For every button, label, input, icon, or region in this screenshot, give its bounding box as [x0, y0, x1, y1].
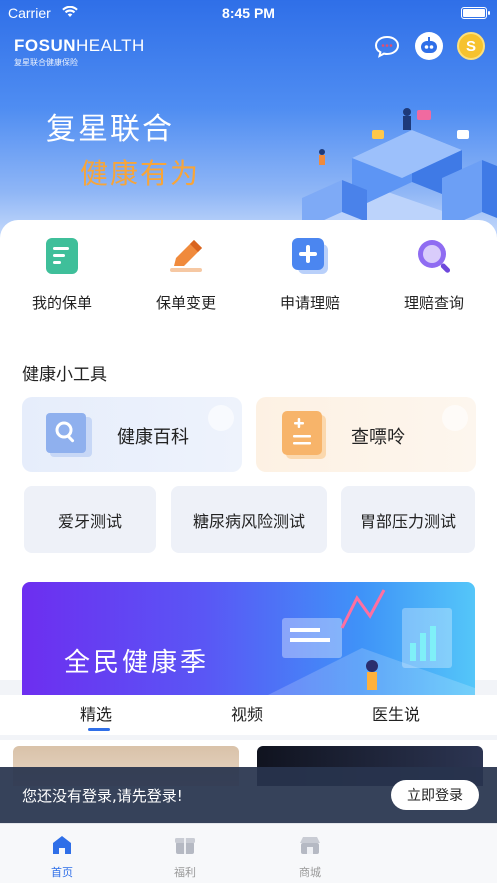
home-icon [53, 836, 71, 854]
quick-action-my-policy[interactable]: 我的保单 [0, 236, 124, 326]
tab-featured[interactable]: 精选 [80, 701, 112, 725]
banner-title: 全民健康季 [64, 648, 210, 678]
isometric-city-illustration [282, 108, 497, 240]
tool-stomach-stress-test[interactable]: 胃部压力测试 [341, 486, 475, 553]
quick-action-policy-change[interactable]: 保单变更 [124, 236, 248, 326]
bottom-nav: 首页 福利 商城 [0, 823, 497, 883]
status-time: 8:45 PM [222, 5, 275, 21]
hero-slogan-line1: 复星联合 [46, 112, 174, 147]
nav-label: 首页 [51, 866, 73, 879]
magnifier-icon [414, 236, 454, 276]
status-bar: Carrier 8:45 PM [0, 4, 497, 24]
login-now-button[interactable]: 立即登录 [391, 780, 479, 810]
quick-action-label: 保单变更 [155, 294, 216, 312]
tool-label: 健康百科 [117, 427, 189, 448]
tools-section-title: 健康小工具 [22, 365, 107, 385]
hero-slogan-line2: 健康有为 [80, 157, 201, 190]
tool-diabetes-risk-test[interactable]: 糖尿病风险测试 [171, 486, 327, 553]
tool-teeth-test[interactable]: 爱牙测试 [24, 486, 156, 553]
nav-item-shop[interactable]: 商城 [280, 830, 340, 880]
quick-action-label: 申请理赔 [279, 294, 340, 312]
hero-banner: Carrier 8:45 PM FOSUNHEALTH 复星联合健康保险 S 复… [0, 0, 497, 240]
gift-box-icon [175, 838, 195, 854]
tool-label: 查嘌呤 [351, 427, 405, 448]
nav-item-benefits[interactable]: 福利 [155, 830, 215, 880]
logo-light: HEALTH [76, 36, 145, 55]
logo-bold: FOSUN [14, 36, 76, 55]
quick-actions: 我的保单 保单变更 申请理赔 理赔查询 [0, 236, 497, 326]
shop-icon [300, 837, 320, 854]
quick-action-claim-query[interactable]: 理赔查询 [372, 236, 496, 326]
quick-action-apply-claim[interactable]: 申请理赔 [248, 236, 372, 326]
coin-icon[interactable]: S [457, 32, 485, 60]
quick-action-label: 我的保单 [31, 294, 92, 312]
battery-icon [461, 7, 490, 19]
nav-label: 商城 [299, 866, 321, 879]
chat-bubble-icon[interactable] [373, 32, 401, 60]
login-prompt-message: 您还没有登录,请先登录! [22, 787, 183, 805]
robot-service-icon[interactable] [415, 32, 443, 60]
fosun-health-logo: FOSUNHEALTH 复星联合健康保险 [14, 36, 145, 68]
login-prompt-bar: 您还没有登录,请先登录! 立即登录 [0, 767, 497, 823]
tab-video[interactable]: 视频 [231, 701, 263, 725]
data-illustration [262, 589, 475, 700]
decor-circle [208, 405, 234, 431]
logo-subtitle: 复星联合健康保险 [14, 58, 78, 67]
policy-doc-icon [42, 236, 82, 276]
plus-square-icon [290, 236, 330, 276]
decor-circle [442, 405, 468, 431]
encyclopedia-book-icon [46, 413, 92, 457]
calculator-icon [282, 411, 326, 459]
header-actions: S [373, 32, 485, 60]
tool-health-encyclopedia[interactable]: 健康百科 [22, 397, 242, 472]
quick-action-label: 理赔查询 [403, 294, 464, 312]
promo-banner[interactable]: 全民健康季 [22, 582, 475, 700]
active-tab-indicator [88, 728, 110, 731]
main-card: 我的保单 保单变更 申请理赔 理赔查询 健康小工具 健康百科 查嘌呤 爱牙测试 … [0, 220, 497, 700]
tab-doctor-says[interactable]: 医生说 [372, 701, 420, 725]
nav-label: 福利 [174, 866, 196, 879]
nav-item-home[interactable]: 首页 [32, 830, 92, 880]
edit-pen-icon [166, 236, 206, 276]
content-tabs: 精选 视频 医生说 [0, 695, 497, 735]
tool-purine-check[interactable]: 查嘌呤 [256, 397, 476, 472]
coin-label: S [465, 37, 476, 55]
